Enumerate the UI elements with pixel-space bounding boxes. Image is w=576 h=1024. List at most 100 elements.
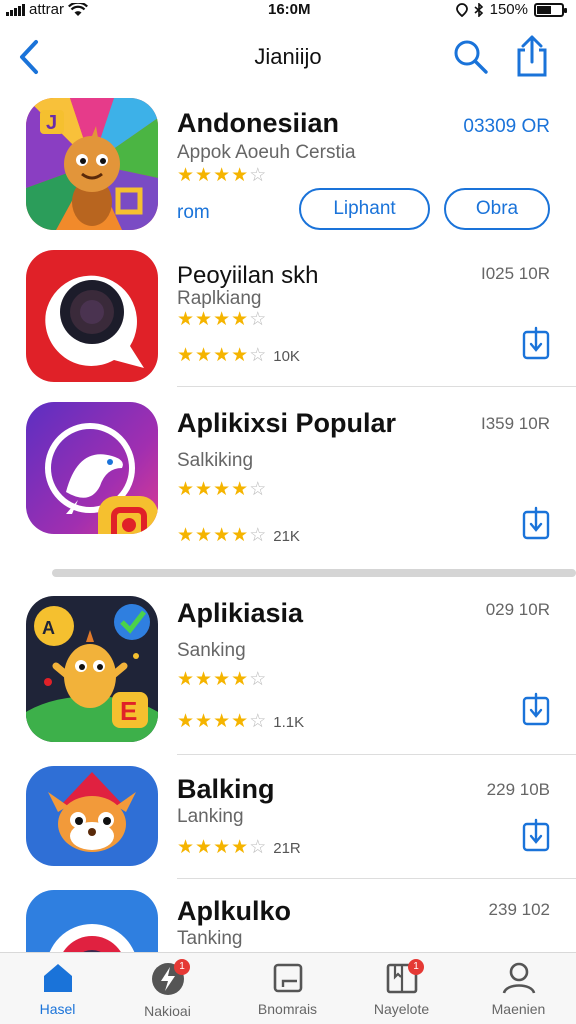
app-name[interactable]: Balking (177, 774, 275, 805)
app-link[interactable]: rom (177, 202, 210, 224)
battery-percent: 150% (489, 1, 528, 18)
download-button[interactable] (522, 692, 550, 726)
app-subtitle: Salkiking (177, 450, 254, 471)
star-empty-icon: ☆ (249, 837, 268, 858)
liphant-button[interactable]: Liphant (299, 188, 430, 230)
rating-count: 21R (273, 840, 301, 857)
wifi-icon (68, 2, 88, 16)
star-filled-icon: ★ (231, 345, 250, 366)
app-name[interactable]: Aplikiasia (177, 598, 303, 629)
rating-count: 21K (273, 528, 300, 545)
app-row[interactable]: Aplkulko 239 102 Tanking (0, 890, 576, 952)
app-name[interactable]: Peoyiilan skh (177, 262, 318, 290)
app-price: 239 102 (488, 900, 550, 919)
app-icon-bird-purple[interactable] (26, 402, 158, 534)
download-icon (522, 506, 550, 540)
notification-badge: 1 (174, 959, 190, 975)
status-time: 16:0M (268, 1, 311, 18)
rating-count: 1.1K (273, 714, 305, 731)
app-icon-camera-red[interactable] (26, 250, 158, 382)
svg-text:E: E (120, 696, 137, 726)
app-name[interactable]: Aplikixsi Popular (177, 408, 396, 439)
nav-bar: Jianiijo (0, 30, 576, 84)
status-left: attrar (6, 1, 88, 18)
tab-nayelote[interactable]: 1 Nayelote (344, 959, 459, 1017)
app-row[interactable]: Aplikixsi Popular I359 10R Salkiking ★ ★ ★… (0, 402, 576, 562)
star-empty-icon: ☆ (249, 479, 268, 500)
location-icon (455, 2, 468, 17)
search-button[interactable] (452, 38, 490, 76)
star-rating: ★★★★☆ (177, 164, 267, 187)
app-name[interactable]: Aplkulko (177, 896, 291, 927)
star-rating: ★★★★☆ (177, 668, 267, 691)
star-filled-icon: ★ (231, 837, 250, 858)
app-icon-fox-blue[interactable] (26, 766, 158, 866)
bluetooth-icon (474, 2, 483, 17)
app-row[interactable]: Peoyiilan skh I025 10R Raplkiang ★★★★☆ ★… (0, 250, 576, 390)
app-icon-mascot-yellow[interactable]: A E (26, 596, 158, 742)
share-icon (517, 35, 547, 77)
app-price: I359 10R (481, 414, 550, 433)
star-filled-icon: ★ (213, 711, 232, 732)
app-icon-ring-blue[interactable] (26, 890, 158, 952)
app-row[interactable]: J Andonesiian 03309 OR Appok Aoeuh Cerst… (0, 98, 576, 238)
app-row[interactable]: A E Aplikiasia 029 10R Sanking ★★★★☆ ★★★… (0, 596, 576, 756)
download-button[interactable] (522, 326, 550, 360)
status-right: 150% (455, 1, 567, 18)
tab-label: Hasel (39, 1001, 76, 1017)
tab-maenien[interactable]: Maenien (461, 961, 576, 1017)
tab-label: Nayelote (373, 1001, 430, 1017)
tab-nakioai[interactable]: 1 Nakioai (110, 959, 225, 1019)
tab-label: Nakioai (144, 1003, 191, 1019)
star-rating-with-count: ★★★★☆ 21R (177, 836, 301, 859)
star-filled-icon: ★ (213, 669, 232, 690)
svg-text:A: A (42, 618, 55, 638)
app-row[interactable]: Balking 229 10B Lanking ★★★★☆ 21R (0, 766, 576, 880)
app-subtitle: Appok Aoeuh Cerstia (177, 142, 356, 163)
star-filled-icon: ★ (213, 345, 232, 366)
app-icon-mascot-orange[interactable]: J (26, 98, 158, 230)
app-subtitle: Sanking (177, 640, 246, 661)
home-icon (43, 964, 72, 992)
star-filled-icon: ★ (177, 479, 196, 500)
star-filled-icon: ★ (177, 345, 196, 366)
star-empty-icon: ☆ (249, 525, 268, 546)
tab-bar: Hasel 1 Nakioai Bnomrais 1 Nayelote Maen… (0, 952, 576, 1024)
obra-button[interactable]: Obra (444, 188, 550, 230)
star-rating-with-count: ★★★★☆ 1.1K (177, 710, 304, 733)
app-name[interactable]: Andonesiian (177, 108, 339, 139)
star-empty-icon: ☆ (249, 309, 268, 330)
tab-bnomrais[interactable]: Bnomrais (230, 961, 345, 1017)
download-button[interactable] (522, 818, 550, 852)
share-button[interactable] (512, 34, 552, 78)
app-subtitle: Tanking (177, 928, 243, 949)
download-icon (522, 326, 550, 360)
signal-icon (6, 3, 25, 16)
star-filled-icon: ★ (213, 479, 232, 500)
star-filled-icon: ★ (177, 711, 196, 732)
star-empty-icon: ☆ (249, 711, 268, 732)
carrier-label: attrar (29, 1, 65, 18)
star-filled-icon: ★ (195, 309, 214, 330)
app-price: 029 10R (485, 600, 550, 619)
tab-home[interactable]: Hasel (0, 961, 115, 1017)
rating-count: 10K (273, 348, 300, 365)
star-filled-icon: ★ (195, 345, 214, 366)
star-filled-icon: ★ (177, 165, 196, 186)
download-button[interactable] (522, 506, 550, 540)
star-rating-with-count: ★★★★☆ 21K (177, 524, 300, 547)
app-subtitle: Lanking (177, 806, 244, 827)
star-rating: ★★★★☆ (177, 478, 267, 501)
star-filled-icon: ★ (231, 525, 250, 546)
status-bar: attrar 16:0M 150% (0, 0, 576, 22)
row-divider (177, 386, 576, 387)
row-divider (177, 878, 576, 879)
tab-label: Maenien (491, 1001, 546, 1017)
horizontal-scrollbar[interactable] (52, 569, 576, 577)
star-empty-icon: ☆ (249, 669, 268, 690)
svg-text:J: J (46, 112, 57, 134)
battery-icon (534, 2, 567, 17)
tab-label: Bnomrais (257, 1001, 318, 1017)
app-price: 03309 OR (463, 116, 550, 137)
star-filled-icon: ★ (231, 309, 250, 330)
